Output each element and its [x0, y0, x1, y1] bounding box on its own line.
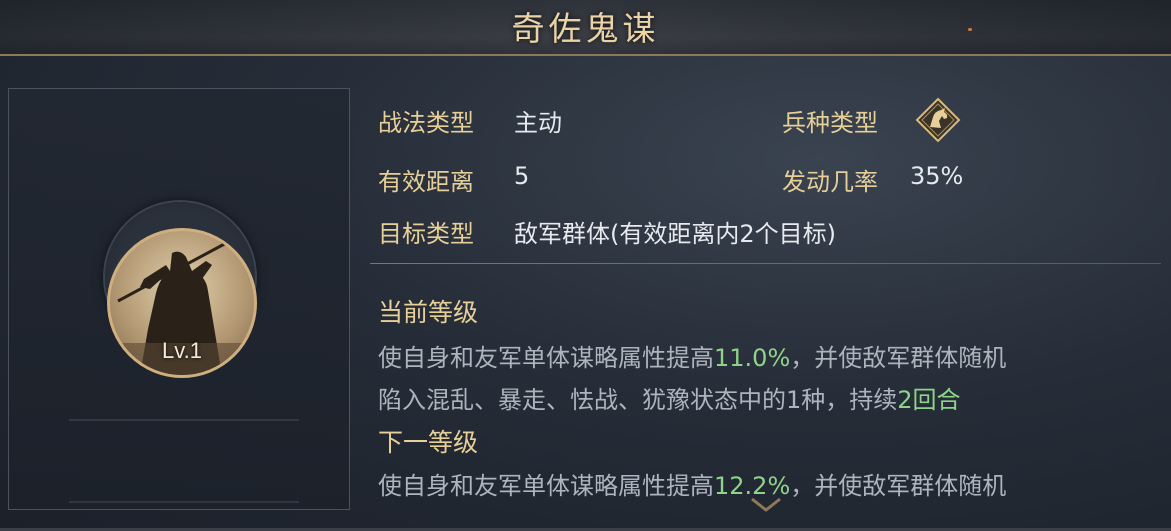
current-desc-line-1: 使自身和友军单体谋略属性提高11.0%，并使敌军群体随机: [378, 338, 1006, 373]
scroll-down-chevron-icon[interactable]: [750, 496, 782, 514]
target-type-label: 目标类型: [378, 220, 474, 248]
trigger-rate-value: 35%: [910, 162, 964, 190]
desc-highlight-value: 11.0%: [714, 344, 791, 372]
effective-range-label: 有效距离: [378, 168, 474, 196]
desc-highlight-value: 2回合: [897, 386, 961, 414]
title-bar: 奇佐鬼谋: [0, 0, 1171, 56]
effective-range-value: 5: [514, 162, 530, 190]
trigger-rate-label: 发动几率: [782, 168, 878, 196]
desc-text: ，并使敌军群体随机: [790, 344, 1007, 372]
ember-spark: [968, 28, 972, 31]
section-divider: [370, 263, 1161, 264]
current-desc-line-2: 陷入混乱、暴走、怯战、犹豫状态中的1种，持续2回合: [378, 380, 961, 415]
desc-text: ，并使敌军群体随机: [790, 472, 1007, 500]
skill-level: Lv.1: [162, 338, 202, 363]
next-desc-line-1: 使自身和友军单体谋略属性提高12.2%，并使敌军群体随机: [378, 466, 1006, 501]
desc-text: 使自身和友军单体谋略属性提高: [378, 472, 714, 500]
desc-text: 陷入混乱、暴走、怯战、犹豫状态中的1种，持续: [378, 386, 898, 414]
target-type-value: 敌军群体(有效距离内2个目标): [514, 220, 836, 248]
horse-icon[interactable]: [915, 97, 961, 143]
skill-type-value: 主动: [514, 109, 562, 137]
next-level-heading: 下一等级: [378, 428, 479, 457]
skill-title: 奇佐鬼谋: [511, 9, 660, 48]
desc-text: 使自身和友军单体谋略属性提高: [378, 344, 714, 372]
troop-type-label: 兵种类型: [782, 109, 878, 137]
current-level-heading: 当前等级: [378, 298, 479, 327]
skill-type-label: 战法类型: [378, 109, 474, 137]
panel-ornament: [69, 419, 299, 503]
